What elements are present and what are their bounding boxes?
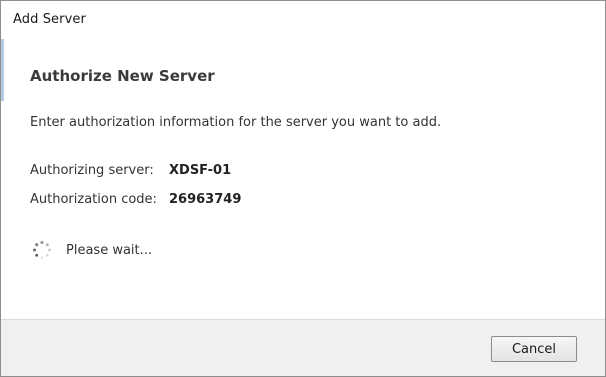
title-bar: Add Server (1, 1, 605, 39)
instruction-text: Enter authorization information for the … (30, 115, 442, 130)
authorization-code-label: Authorization code: (30, 192, 157, 207)
window-title: Add Server (13, 12, 86, 27)
authorization-code-value: 26963749 (169, 192, 242, 207)
authorizing-server-label: Authorizing server: (30, 163, 154, 178)
cancel-button[interactable]: Cancel (491, 336, 577, 362)
page-heading: Authorize New Server (30, 67, 215, 85)
status-text: Please wait... (66, 243, 153, 258)
dialog-footer: Cancel (1, 319, 605, 376)
add-server-dialog: Add Server Authorize New Server Enter au… (0, 0, 606, 377)
spinner-icon (33, 240, 51, 259)
authorizing-server-value: XDSF-01 (169, 163, 232, 178)
